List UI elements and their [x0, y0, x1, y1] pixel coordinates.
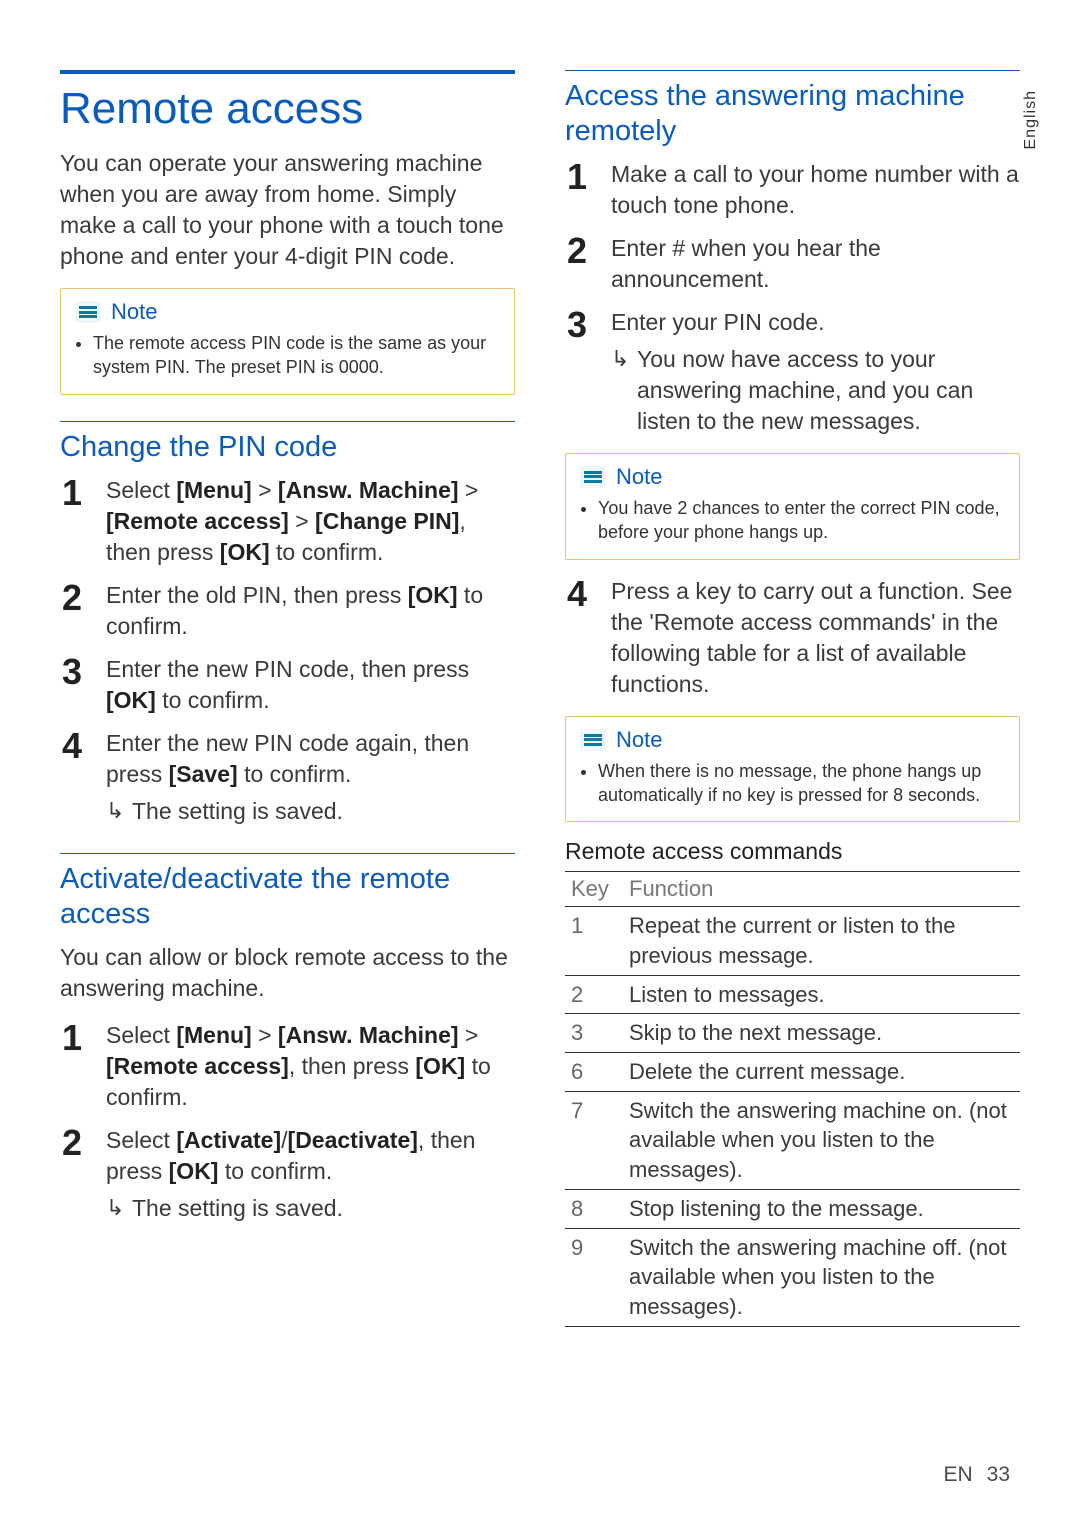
subsection-intro: You can allow or block remote access to … [60, 942, 515, 1004]
table-row: 8Stop listening to the message. [565, 1189, 1020, 1228]
note-text: The remote access PIN code is the same a… [93, 331, 500, 380]
note-icon [580, 466, 606, 488]
table-cell-function: Stop listening to the message. [623, 1189, 1020, 1228]
step: Press a key to carry out a function. See… [565, 576, 1020, 700]
page-footer: EN 33 [943, 1463, 1010, 1487]
result-text: The setting is saved. [106, 796, 515, 827]
footer-page-number: 33 [987, 1463, 1010, 1486]
note-header: Note [580, 727, 1005, 753]
table-cell-key: 2 [565, 975, 623, 1014]
table-header-key: Key [565, 872, 623, 907]
subsection-rule [60, 853, 515, 854]
step: Enter the old PIN, then press [OK] to co… [60, 580, 515, 642]
step: Enter the new PIN code again, then press… [60, 728, 515, 827]
table-row: 1Repeat the current or listen to the pre… [565, 907, 1020, 975]
table-cell-function: Delete the current message. [623, 1053, 1020, 1092]
table-row: 6Delete the current message. [565, 1053, 1020, 1092]
table-cell-function: Switch the answering machine off. (not a… [623, 1228, 1020, 1326]
note-icon [75, 301, 101, 323]
table-row: 2Listen to messages. [565, 975, 1020, 1014]
steps-activate: Select [Menu] > [Answ. Machine] > [Remot… [60, 1020, 515, 1224]
table-cell-function: Repeat the current or listen to the prev… [623, 907, 1020, 975]
table-cell-function: Switch the answering machine on. (not av… [623, 1091, 1020, 1189]
page: English Remote access You can operate yo… [0, 0, 1080, 1527]
step: Enter the new PIN code, then press [OK] … [60, 654, 515, 716]
subsection-rule [565, 70, 1020, 71]
result-text: The setting is saved. [106, 1193, 515, 1224]
section-rule [60, 70, 515, 74]
footer-lang: EN [943, 1463, 972, 1486]
note-label: Note [616, 727, 662, 753]
intro-paragraph: You can operate your answering machine w… [60, 148, 515, 272]
table-cell-key: 1 [565, 907, 623, 975]
language-tab: English [1022, 90, 1040, 149]
table-cell-function: Skip to the next message. [623, 1014, 1020, 1053]
subsection-title-access-remote: Access the answering machine remotely [565, 79, 1020, 149]
section-title: Remote access [60, 84, 515, 134]
step: Enter # when you hear the announcement. [565, 233, 1020, 295]
note-box: Note When there is no message, the phone… [565, 716, 1020, 823]
note-box: Note You have 2 chances to enter the cor… [565, 453, 1020, 560]
subsection-rule [60, 421, 515, 422]
note-text: When there is no message, the phone hang… [598, 759, 1005, 808]
steps-change-pin: Select [Menu] > [Answ. Machine] > [Remot… [60, 475, 515, 827]
table-cell-key: 6 [565, 1053, 623, 1092]
table-row: 7Switch the answering machine on. (not a… [565, 1091, 1020, 1189]
note-text: You have 2 chances to enter the correct … [598, 496, 1005, 545]
commands-table: Key Function 1Repeat the current or list… [565, 871, 1020, 1326]
table-row: 3Skip to the next message. [565, 1014, 1020, 1053]
note-icon [580, 729, 606, 751]
left-column: Remote access You can operate your answe… [60, 70, 515, 1327]
step: Select [Activate]/[Deactivate], then pre… [60, 1125, 515, 1224]
commands-table-title: Remote access commands [565, 838, 1020, 865]
table-cell-function: Listen to messages. [623, 975, 1020, 1014]
subsection-title-change-pin: Change the PIN code [60, 430, 515, 465]
table-cell-key: 9 [565, 1228, 623, 1326]
step: Select [Menu] > [Answ. Machine] > [Remot… [60, 475, 515, 568]
table-row: 9Switch the answering machine off. (not … [565, 1228, 1020, 1326]
note-header: Note [580, 464, 1005, 490]
note-label: Note [616, 464, 662, 490]
subsection-title-activate: Activate/deactivate the remote access [60, 862, 515, 932]
note-label: Note [111, 299, 157, 325]
table-cell-key: 3 [565, 1014, 623, 1053]
steps-access-remote-cont: Press a key to carry out a function. See… [565, 576, 1020, 700]
note-header: Note [75, 299, 500, 325]
right-column: Access the answering machine remotely Ma… [565, 70, 1020, 1327]
two-column-layout: Remote access You can operate your answe… [60, 70, 1020, 1327]
table-cell-key: 7 [565, 1091, 623, 1189]
step: Make a call to your home number with a t… [565, 159, 1020, 221]
step: Enter your PIN code. You now have access… [565, 307, 1020, 437]
table-header-function: Function [623, 872, 1020, 907]
result-text: You now have access to your answering ma… [611, 344, 1020, 437]
note-box: Note The remote access PIN code is the s… [60, 288, 515, 395]
table-cell-key: 8 [565, 1189, 623, 1228]
steps-access-remote: Make a call to your home number with a t… [565, 159, 1020, 437]
step: Select [Menu] > [Answ. Machine] > [Remot… [60, 1020, 515, 1113]
